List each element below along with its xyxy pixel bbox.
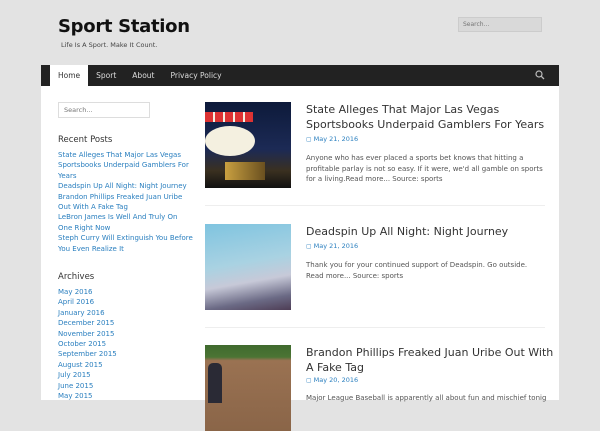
post-date[interactable]: May 21, 2016 xyxy=(306,242,358,250)
site-tagline: Life Is A Sport. Make It Count. xyxy=(61,41,158,49)
archive-link[interactable]: April 2016 xyxy=(58,297,193,307)
recent-posts-heading: Recent Posts xyxy=(58,135,113,145)
nav-home[interactable]: Home xyxy=(50,65,89,86)
archives-list: May 2016 April 2016 January 2016 Decembe… xyxy=(58,287,193,401)
post-excerpt: Thank you for your continued support of … xyxy=(306,261,528,280)
post-title[interactable]: Brandon Phillips Freaked Juan Uribe Out … xyxy=(306,345,556,375)
nav-about[interactable]: About xyxy=(124,65,162,86)
recent-post-link[interactable]: Brandon Phillips Freaked Juan Uribe Out … xyxy=(58,192,193,213)
archives-heading: Archives xyxy=(58,272,95,282)
nav-sport[interactable]: Sport xyxy=(88,65,124,86)
search-icon[interactable] xyxy=(535,70,545,80)
nav-privacy-policy[interactable]: Privacy Policy xyxy=(162,65,229,86)
post-title[interactable]: State Alleges That Major Las Vegas Sport… xyxy=(306,102,556,132)
archive-link[interactable]: December 2015 xyxy=(58,318,193,328)
post-date[interactable]: May 21, 2016 xyxy=(306,135,358,143)
post-item: State Alleges That Major Las Vegas Sport… xyxy=(205,102,545,202)
archive-link[interactable]: January 2016 xyxy=(58,308,193,318)
archive-link[interactable]: October 2015 xyxy=(58,339,193,349)
archive-link[interactable]: June 2015 xyxy=(58,381,193,391)
recent-post-link[interactable]: Deadspin Up All Night: Night Journey xyxy=(58,181,193,191)
recent-post-link[interactable]: Steph Curry Will Extinguish You Before Y… xyxy=(58,233,193,254)
post-item: Brandon Phillips Freaked Juan Uribe Out … xyxy=(205,345,553,431)
recent-post-link[interactable]: State Alleges That Major Las Vegas Sport… xyxy=(58,150,193,181)
post-thumbnail[interactable] xyxy=(205,102,291,188)
post-divider xyxy=(205,327,545,328)
archive-link[interactable]: November 2015 xyxy=(58,329,193,339)
recent-post-link[interactable]: LeBron James Is Well And Truly On One Ri… xyxy=(58,212,193,233)
post-divider xyxy=(205,205,545,206)
site-title[interactable]: Sport Station xyxy=(58,16,190,37)
archive-link[interactable]: July 2015 xyxy=(58,370,193,380)
post-excerpt: Major League Baseball is apparently all … xyxy=(306,394,546,402)
post-date[interactable]: May 20, 2016 xyxy=(306,376,358,384)
main-nav: Home Sport About Privacy Policy xyxy=(41,65,559,86)
archive-link[interactable]: September 2015 xyxy=(58,349,193,359)
post-thumbnail[interactable] xyxy=(205,224,291,310)
post-thumbnail[interactable] xyxy=(205,345,291,431)
archive-link[interactable]: August 2015 xyxy=(58,360,193,370)
post-item: Deadspin Up All Night: Night Journey May… xyxy=(205,224,545,314)
archive-link[interactable]: May 2016 xyxy=(58,287,193,297)
post-title[interactable]: Deadspin Up All Night: Night Journey xyxy=(306,224,556,239)
post-excerpt: Anyone who has ever placed a sports bet … xyxy=(306,154,543,183)
header-search-input[interactable] xyxy=(458,17,542,32)
sidebar-search-input[interactable] xyxy=(58,102,150,118)
recent-posts-list: State Alleges That Major Las Vegas Sport… xyxy=(58,150,193,254)
